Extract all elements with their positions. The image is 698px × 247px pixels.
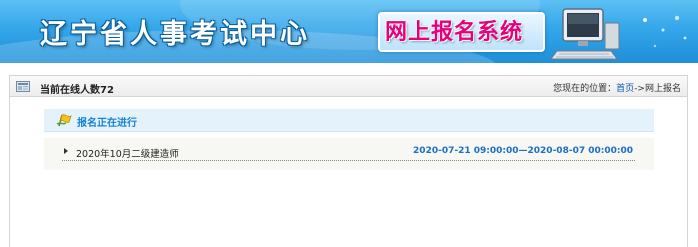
section-header: 报名正在进行 xyxy=(44,109,654,132)
breadcrumb: 您现在的位置：首页->网上报名 xyxy=(553,81,681,94)
exam-list: 2020年10月二级建造师 2020-07-21 09:00:00—2020-0… xyxy=(44,138,654,170)
header-banner: 辽宁省人事考试中心 网上报名系统 xyxy=(0,0,698,63)
bullet-icon xyxy=(64,148,68,154)
home-icon xyxy=(16,81,30,92)
list-item[interactable]: 2020年10月二级建造师 2020-07-21 09:00:00—2020-0… xyxy=(62,144,635,161)
status-bar: 当前在线人数72 您现在的位置：首页->网上报名 xyxy=(9,75,688,97)
exam-name-link[interactable]: 2020年10月二级建造师 xyxy=(76,146,179,160)
section-title: 报名正在进行 xyxy=(77,118,137,129)
site-title: 辽宁省人事考试中心 xyxy=(40,19,310,50)
online-count: 72 xyxy=(100,85,114,96)
breadcrumb-current: 网上报名 xyxy=(644,84,681,94)
online-count-label: 当前在线人数72 xyxy=(40,81,114,96)
computer-icon xyxy=(550,8,620,60)
sparkle-decoration xyxy=(643,15,687,48)
system-name: 网上报名系统 xyxy=(385,20,524,45)
breadcrumb-separator: -> xyxy=(634,84,645,94)
exam-period: 2020-07-21 09:00:00—2020-08-07 00:00:00 xyxy=(413,146,633,156)
breadcrumb-home-link[interactable]: 首页 xyxy=(616,84,634,94)
flag-icon xyxy=(56,114,72,127)
online-label: 当前在线人数 xyxy=(40,85,100,96)
breadcrumb-prefix: 您现在的位置： xyxy=(553,84,617,94)
